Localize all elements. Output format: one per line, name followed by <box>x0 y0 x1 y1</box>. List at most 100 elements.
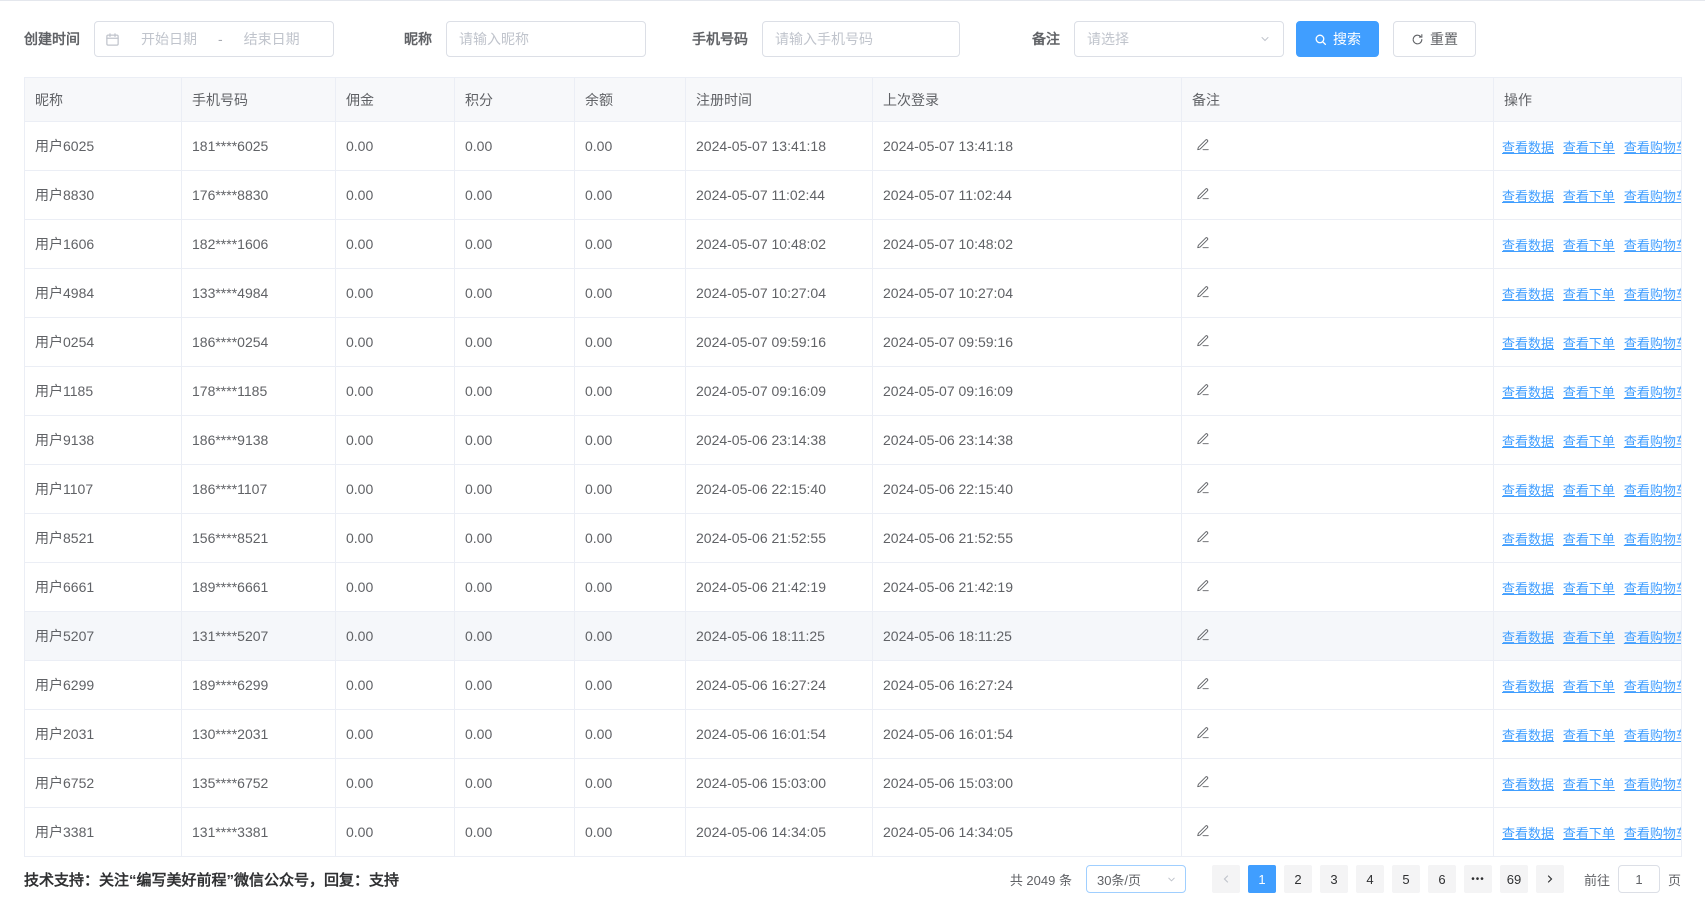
cell-phone: 133****4984 <box>182 269 336 318</box>
col-header-nickname: 昵称 <box>25 78 182 122</box>
cell-commission: 0.00 <box>336 563 455 612</box>
edit-remark-icon[interactable] <box>1196 726 1210 740</box>
view-data-link[interactable]: 查看数据 <box>1502 336 1554 351</box>
page-button-4[interactable]: 4 <box>1356 865 1384 893</box>
view-data-link[interactable]: 查看数据 <box>1502 581 1554 596</box>
remark-select[interactable]: 请选择 <box>1074 21 1284 57</box>
reset-button[interactable]: 重置 <box>1393 21 1476 57</box>
page-button-5[interactable]: 5 <box>1392 865 1420 893</box>
cell-phone: 131****5207 <box>182 612 336 661</box>
cell-registered-time: 2024-05-06 15:03:00 <box>686 759 873 808</box>
date-range-picker[interactable]: - <box>94 21 334 57</box>
cell-points: 0.00 <box>455 269 575 318</box>
edit-remark-icon[interactable] <box>1196 579 1210 593</box>
view-data-link[interactable]: 查看数据 <box>1502 483 1554 498</box>
next-page-button[interactable] <box>1536 865 1564 893</box>
view-orders-link[interactable]: 查看下单 <box>1563 238 1615 253</box>
view-orders-link[interactable]: 查看下单 <box>1563 728 1615 743</box>
prev-page-button[interactable] <box>1212 865 1240 893</box>
pager-pages: 123456 ••• 69 <box>1244 865 1532 893</box>
view-orders-link[interactable]: 查看下单 <box>1563 777 1615 792</box>
edit-remark-icon[interactable] <box>1196 481 1210 495</box>
view-cart-link[interactable]: 查看购物车 <box>1624 385 1682 400</box>
footer-bar: 技术支持：关注“编写美好前程”微信公众号，回复：支持 共 2049 条 30条/… <box>0 857 1705 899</box>
edit-remark-icon[interactable] <box>1196 383 1210 397</box>
nickname-input[interactable] <box>446 21 646 57</box>
view-cart-link[interactable]: 查看购物车 <box>1624 532 1682 547</box>
edit-remark-icon[interactable] <box>1196 824 1210 838</box>
view-data-link[interactable]: 查看数据 <box>1502 287 1554 302</box>
edit-remark-icon[interactable] <box>1196 628 1210 642</box>
cell-remark <box>1182 220 1494 269</box>
cell-phone: 156****8521 <box>182 514 336 563</box>
page-button-69[interactable]: 69 <box>1500 865 1528 893</box>
edit-remark-icon[interactable] <box>1196 677 1210 691</box>
view-orders-link[interactable]: 查看下单 <box>1563 532 1615 547</box>
edit-remark-icon[interactable] <box>1196 138 1210 152</box>
cell-remark <box>1182 759 1494 808</box>
view-cart-link[interactable]: 查看购物车 <box>1624 728 1682 743</box>
view-orders-link[interactable]: 查看下单 <box>1563 679 1615 694</box>
view-orders-link[interactable]: 查看下单 <box>1563 434 1615 449</box>
goto-page-input[interactable] <box>1618 865 1660 893</box>
view-orders-link[interactable]: 查看下单 <box>1563 189 1615 204</box>
view-cart-link[interactable]: 查看购物车 <box>1624 238 1682 253</box>
view-orders-link[interactable]: 查看下单 <box>1563 140 1615 155</box>
view-cart-link[interactable]: 查看购物车 <box>1624 777 1682 792</box>
edit-remark-icon[interactable] <box>1196 285 1210 299</box>
edit-remark-icon[interactable] <box>1196 775 1210 789</box>
phone-input[interactable] <box>762 21 960 57</box>
page-button-6[interactable]: 6 <box>1428 865 1456 893</box>
page-button-1[interactable]: 1 <box>1248 865 1276 893</box>
end-date-input[interactable] <box>227 31 317 47</box>
edit-remark-icon[interactable] <box>1196 236 1210 250</box>
view-data-link[interactable]: 查看数据 <box>1502 532 1554 547</box>
view-orders-link[interactable]: 查看下单 <box>1563 287 1615 302</box>
edit-remark-icon[interactable] <box>1196 432 1210 446</box>
edit-remark-icon[interactable] <box>1196 530 1210 544</box>
page-ellipsis[interactable]: ••• <box>1464 865 1492 893</box>
cell-nickname: 用户4984 <box>25 269 182 318</box>
view-orders-link[interactable]: 查看下单 <box>1563 385 1615 400</box>
table-row: 用户6299 189****6299 0.00 0.00 0.00 2024-0… <box>25 661 1682 710</box>
view-orders-link[interactable]: 查看下单 <box>1563 336 1615 351</box>
page-button-3[interactable]: 3 <box>1320 865 1348 893</box>
edit-remark-icon[interactable] <box>1196 334 1210 348</box>
view-cart-link[interactable]: 查看购物车 <box>1624 826 1682 841</box>
view-data-link[interactable]: 查看数据 <box>1502 140 1554 155</box>
page-size-select[interactable]: 30条/页 <box>1086 865 1186 893</box>
view-orders-link[interactable]: 查看下单 <box>1563 826 1615 841</box>
view-data-link[interactable]: 查看数据 <box>1502 238 1554 253</box>
page-button-2[interactable]: 2 <box>1284 865 1312 893</box>
search-button[interactable]: 搜索 <box>1296 21 1379 57</box>
view-data-link[interactable]: 查看数据 <box>1502 385 1554 400</box>
pagination: 共 2049 条 30条/页 123456•••69 前往 <box>1010 865 1681 893</box>
view-data-link[interactable]: 查看数据 <box>1502 189 1554 204</box>
cell-phone: 189****6299 <box>182 661 336 710</box>
edit-remark-icon[interactable] <box>1196 187 1210 201</box>
cell-balance: 0.00 <box>575 612 686 661</box>
view-data-link[interactable]: 查看数据 <box>1502 826 1554 841</box>
view-cart-link[interactable]: 查看购物车 <box>1624 679 1682 694</box>
view-data-link[interactable]: 查看数据 <box>1502 777 1554 792</box>
view-orders-link[interactable]: 查看下单 <box>1563 581 1615 596</box>
view-cart-link[interactable]: 查看购物车 <box>1624 336 1682 351</box>
view-data-link[interactable]: 查看数据 <box>1502 434 1554 449</box>
start-date-input[interactable] <box>124 31 214 47</box>
view-cart-link[interactable]: 查看购物车 <box>1624 581 1682 596</box>
view-orders-link[interactable]: 查看下单 <box>1563 630 1615 645</box>
view-cart-link[interactable]: 查看购物车 <box>1624 189 1682 204</box>
view-orders-link[interactable]: 查看下单 <box>1563 483 1615 498</box>
view-data-link[interactable]: 查看数据 <box>1502 728 1554 743</box>
view-cart-link[interactable]: 查看购物车 <box>1624 434 1682 449</box>
cell-balance: 0.00 <box>575 367 686 416</box>
view-data-link[interactable]: 查看数据 <box>1502 630 1554 645</box>
total-count-text: 共 2049 条 <box>1010 870 1072 889</box>
date-range-separator: - <box>218 31 223 47</box>
view-cart-link[interactable]: 查看购物车 <box>1624 630 1682 645</box>
view-cart-link[interactable]: 查看购物车 <box>1624 287 1682 302</box>
view-cart-link[interactable]: 查看购物车 <box>1624 140 1682 155</box>
nickname-filter: 昵称 <box>404 21 646 57</box>
view-cart-link[interactable]: 查看购物车 <box>1624 483 1682 498</box>
view-data-link[interactable]: 查看数据 <box>1502 679 1554 694</box>
